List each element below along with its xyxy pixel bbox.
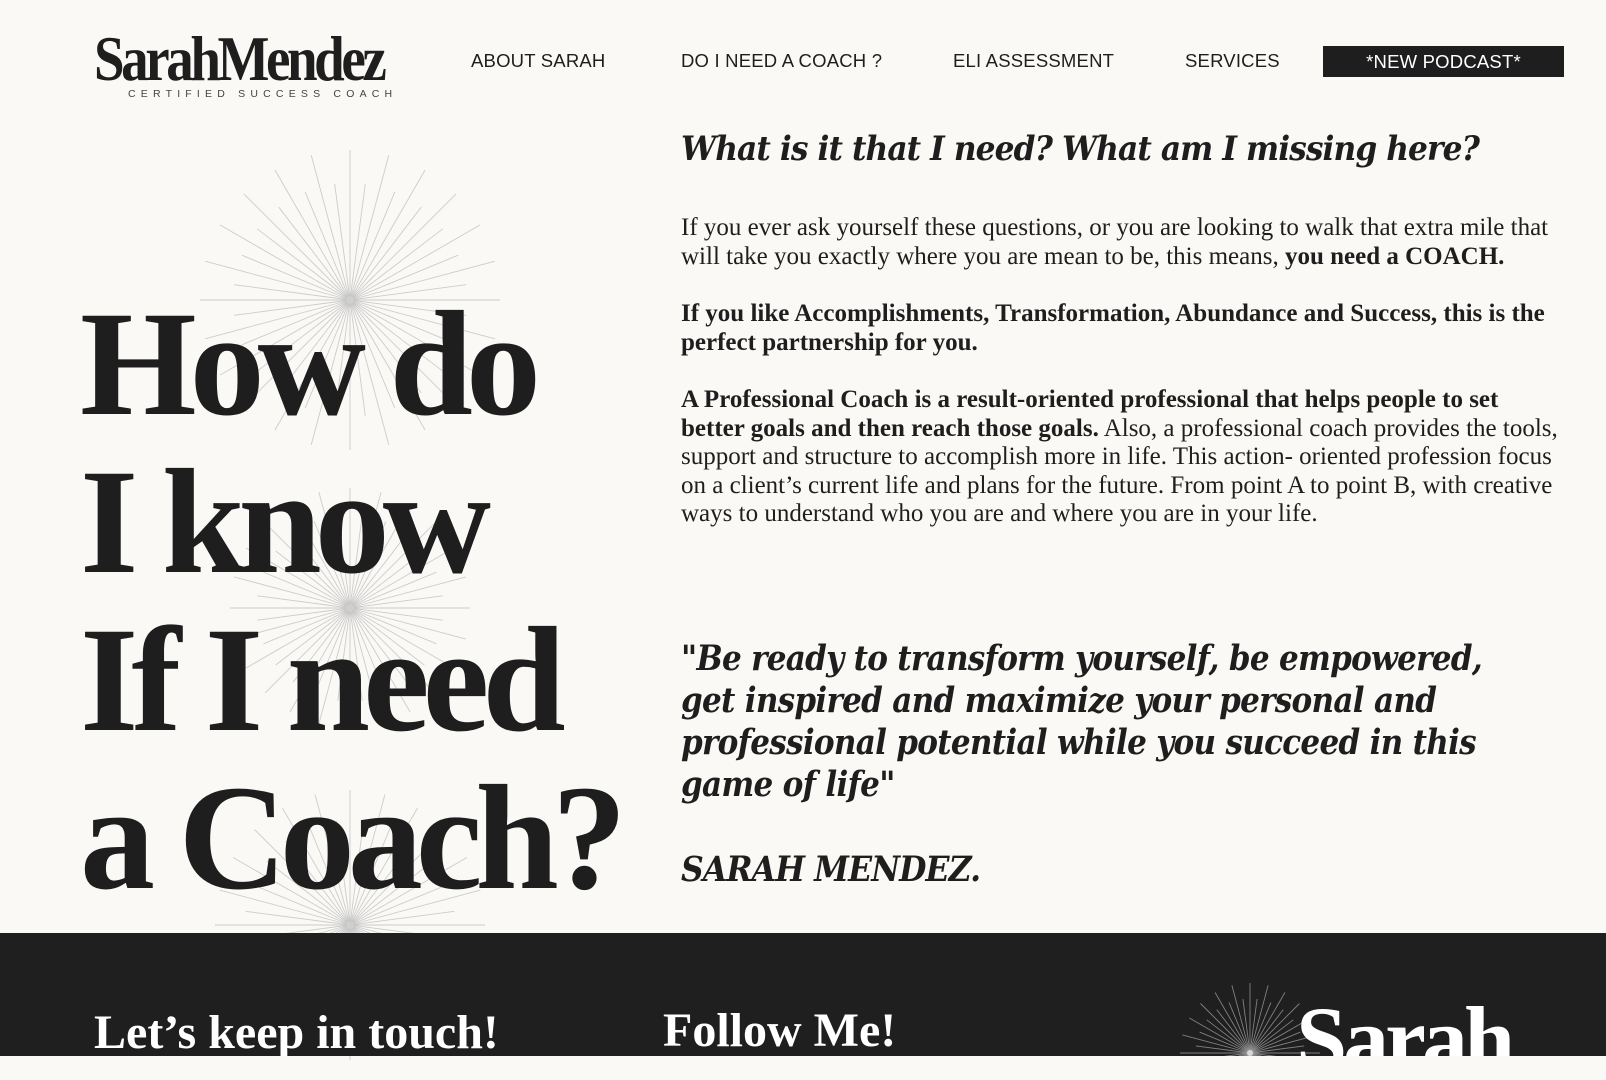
section-question: What is it that I need? What am I missin… [681,129,1480,169]
quote-signature: SARAH MENDEZ. [681,849,981,890]
hero-line: How do [80,281,541,447]
nav-eli-assessment[interactable]: ELI ASSESSMENT [953,50,1114,72]
site-header: SarahMendez CERTIFIED SUCCESS COACH ABOU… [0,0,1606,120]
site-footer: Let’s keep in touch! Follow Me! Sarah [0,933,1606,1056]
site-logo[interactable]: SarahMendez CERTIFIED SUCCESS COACH [94,23,424,101]
paragraph-intro: If you ever ask yourself these questions… [681,214,1561,271]
paragraph-definition: A Professional Coach is a result-oriente… [681,386,1561,529]
hero-line: a Coach? [80,755,627,921]
footer-keep-in-touch-heading: Let’s keep in touch! [94,1006,499,1056]
paragraph-emphasis: If you like Accomplishments, Transformat… [681,300,1545,356]
hero-title: How do I know If I need a Coach? [80,281,627,921]
footer-follow-heading: Follow Me! [663,1004,897,1056]
nav-about-sarah[interactable]: ABOUT SARAH [471,50,605,72]
paragraph-partnership: If you like Accomplishments, Transformat… [681,300,1561,357]
quote: "Be ready to transform yourself, be empo… [681,639,1483,805]
logo-name: SarahMendez [94,23,387,94]
paragraph-emphasis: you need a COACH. [1284,242,1505,270]
nav-do-i-need-a-coach[interactable]: DO I NEED A COACH ? [681,50,882,72]
main-content: What is it that I need? What am I missin… [681,128,1561,890]
new-podcast-button[interactable]: *NEW PODCAST* [1323,46,1564,77]
footer-logo[interactable]: Sarah [1296,993,1515,1056]
hero-line: I know [80,439,491,605]
nav-services[interactable]: SERVICES [1185,50,1280,72]
hero-line: If I need [80,597,566,763]
